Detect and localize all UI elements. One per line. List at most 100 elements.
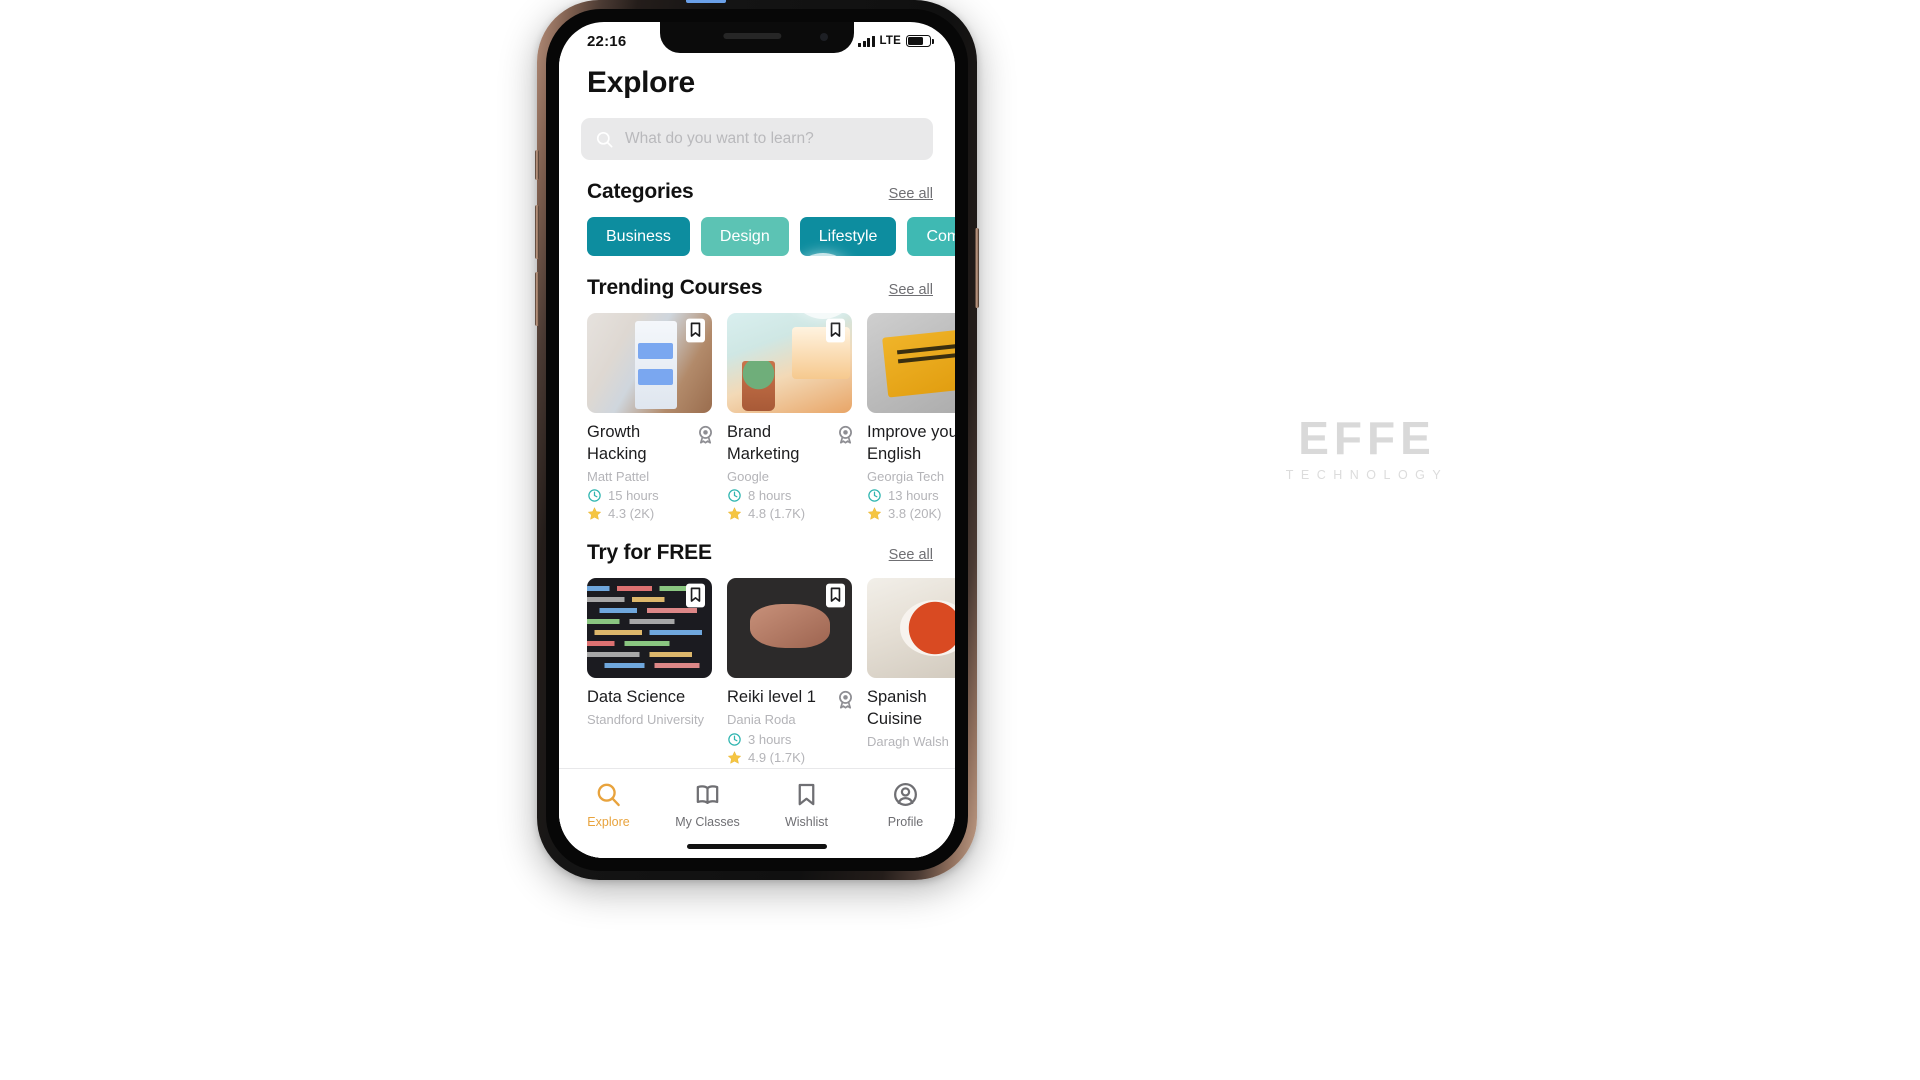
tab-label: My Classes <box>675 815 740 829</box>
course-title: Spanish Cuisine <box>867 688 927 729</box>
search-icon <box>596 131 613 147</box>
volume-down-button[interactable] <box>535 272 539 326</box>
bookmark-icon[interactable] <box>686 583 705 608</box>
tab-label: Profile <box>887 815 924 829</box>
clock-icon <box>728 489 741 503</box>
course-title: Growth Hacking <box>587 422 712 466</box>
star-icon <box>588 507 601 521</box>
course-author: Google <box>727 468 769 484</box>
bookmark-icon <box>798 783 815 806</box>
watermark-brand: EFFE <box>1298 412 1436 464</box>
course-duration: 8 hours <box>727 488 852 503</box>
course-rating: 3.8 (20K) <box>867 506 955 521</box>
home-indicator[interactable] <box>687 844 827 849</box>
course-title: Improve your English <box>867 422 955 466</box>
course-card[interactable]: Brand Marketing Google 8 hours 4.8 (1.7K… <box>727 313 852 521</box>
course-thumbnail[interactable] <box>587 313 712 413</box>
screenshot-stage: EFFE TECHNOLOGY 22:16 LTE Explore What d… <box>0 0 1920 1080</box>
clock-icon <box>868 489 881 503</box>
course-title: Brand Marketing <box>727 422 852 466</box>
trending-header: Trending Courses See all <box>559 256 955 300</box>
watermark-subtitle: TECHNOLOGY <box>1285 468 1449 482</box>
course-author: Dania Roda <box>727 712 796 728</box>
course-title: Reiki level 1 <box>727 687 852 709</box>
course-author: Standford University <box>587 712 705 728</box>
page-title: Explore <box>587 66 695 99</box>
tab-my-classes[interactable]: My Classes <box>658 781 757 829</box>
course-duration: 15 hours <box>587 488 712 503</box>
course-rating: 4.9 (1.7K) <box>727 750 852 765</box>
mute-switch[interactable] <box>535 150 539 180</box>
search-icon <box>597 783 620 807</box>
category-chip-design[interactable]: Design <box>700 217 789 256</box>
free-see-all[interactable]: See all <box>889 547 933 563</box>
course-author: Georgia Tech <box>867 468 945 484</box>
volume-up-button[interactable] <box>535 205 539 259</box>
star-icon <box>868 507 881 521</box>
book-icon <box>696 785 719 804</box>
categories-title: Categories <box>587 180 694 203</box>
certificate-badge-icon <box>839 691 852 709</box>
course-thumbnail[interactable] <box>867 578 955 679</box>
signal-bars-icon <box>858 35 875 47</box>
earpiece-speaker <box>723 33 782 39</box>
person-icon <box>894 783 917 806</box>
certificate-badge-icon <box>839 425 852 444</box>
course-thumbnail[interactable] <box>727 578 852 679</box>
category-chip-list[interactable]: Business Design Lifestyle Computer <box>559 204 955 256</box>
star-icon <box>728 507 741 521</box>
course-thumbnail[interactable] <box>867 313 955 413</box>
course-title: Data Science <box>587 688 686 707</box>
network-type-label: LTE <box>879 35 901 47</box>
notch <box>660 22 854 53</box>
categories-see-all[interactable]: See all <box>889 186 933 202</box>
course-thumbnail[interactable] <box>727 313 852 413</box>
tab-profile[interactable]: Profile <box>856 781 955 829</box>
trending-see-all[interactable]: See all <box>889 282 933 298</box>
course-rating: 4.3 (2K) <box>587 506 712 521</box>
trending-course-list[interactable]: Growth Hacking Matt Pattel 15 hours 4.3 … <box>559 300 955 521</box>
course-rating: 4.8 (1.7K) <box>727 506 852 521</box>
tab-label: Explore <box>587 815 630 829</box>
category-chip-business[interactable]: Business <box>587 217 690 256</box>
trending-title: Trending Courses <box>587 276 763 299</box>
category-chip-lifestyle[interactable]: Lifestyle <box>799 217 897 256</box>
bookmark-icon[interactable] <box>826 318 845 343</box>
clock-icon <box>728 733 741 747</box>
phone-mockup: 22:16 LTE Explore What do you want to le… <box>535 0 979 880</box>
course-card[interactable]: Reiki level 1 Dania Roda 3 hours 4.9 (1.… <box>727 578 852 765</box>
free-title: Try for FREE <box>587 541 712 565</box>
star-icon <box>728 751 741 764</box>
watermark: EFFE TECHNOLOGY <box>1262 415 1472 482</box>
phone-screen: 22:16 LTE Explore What do you want to le… <box>559 22 955 858</box>
bookmark-icon[interactable] <box>686 318 705 343</box>
tab-wishlist[interactable]: Wishlist <box>757 781 856 829</box>
course-card[interactable]: Data Science Standford University <box>587 578 712 765</box>
tab-explore[interactable]: Explore <box>559 781 658 829</box>
course-thumbnail[interactable] <box>587 578 712 679</box>
course-author: Matt Pattel <box>587 468 650 484</box>
course-duration: 13 hours <box>867 488 955 503</box>
categories-header: Categories See all <box>559 160 955 204</box>
tab-label: Wishlist <box>784 815 829 829</box>
browser-tab-hint <box>686 0 726 3</box>
bookmark-icon[interactable] <box>826 583 845 608</box>
course-card[interactable]: Growth Hacking Matt Pattel 15 hours 4.3 … <box>587 313 712 521</box>
course-author: Daragh Walsh <box>867 733 949 749</box>
course-card[interactable]: Spanish Cuisine Daragh Walsh <box>867 578 955 765</box>
scroll-area[interactable]: Explore Categories <box>559 56 955 765</box>
clock-icon <box>588 489 601 503</box>
search-input[interactable] <box>625 130 919 148</box>
status-icons: LTE <box>858 35 934 47</box>
course-duration: 3 hours <box>727 732 852 747</box>
app-content: Explore Categories <box>559 56 955 858</box>
battery-icon <box>906 35 934 47</box>
course-card[interactable]: Improve your English Georgia Tech 13 hou… <box>867 313 955 521</box>
search-box[interactable] <box>581 118 933 160</box>
search-section <box>559 100 955 160</box>
front-camera-icon <box>820 33 828 41</box>
power-button[interactable] <box>975 228 979 308</box>
status-time: 22:16 <box>587 32 627 50</box>
free-course-list[interactable]: Data Science Standford University Reiki … <box>559 565 955 765</box>
category-chip-computer[interactable]: Computer <box>907 217 955 256</box>
